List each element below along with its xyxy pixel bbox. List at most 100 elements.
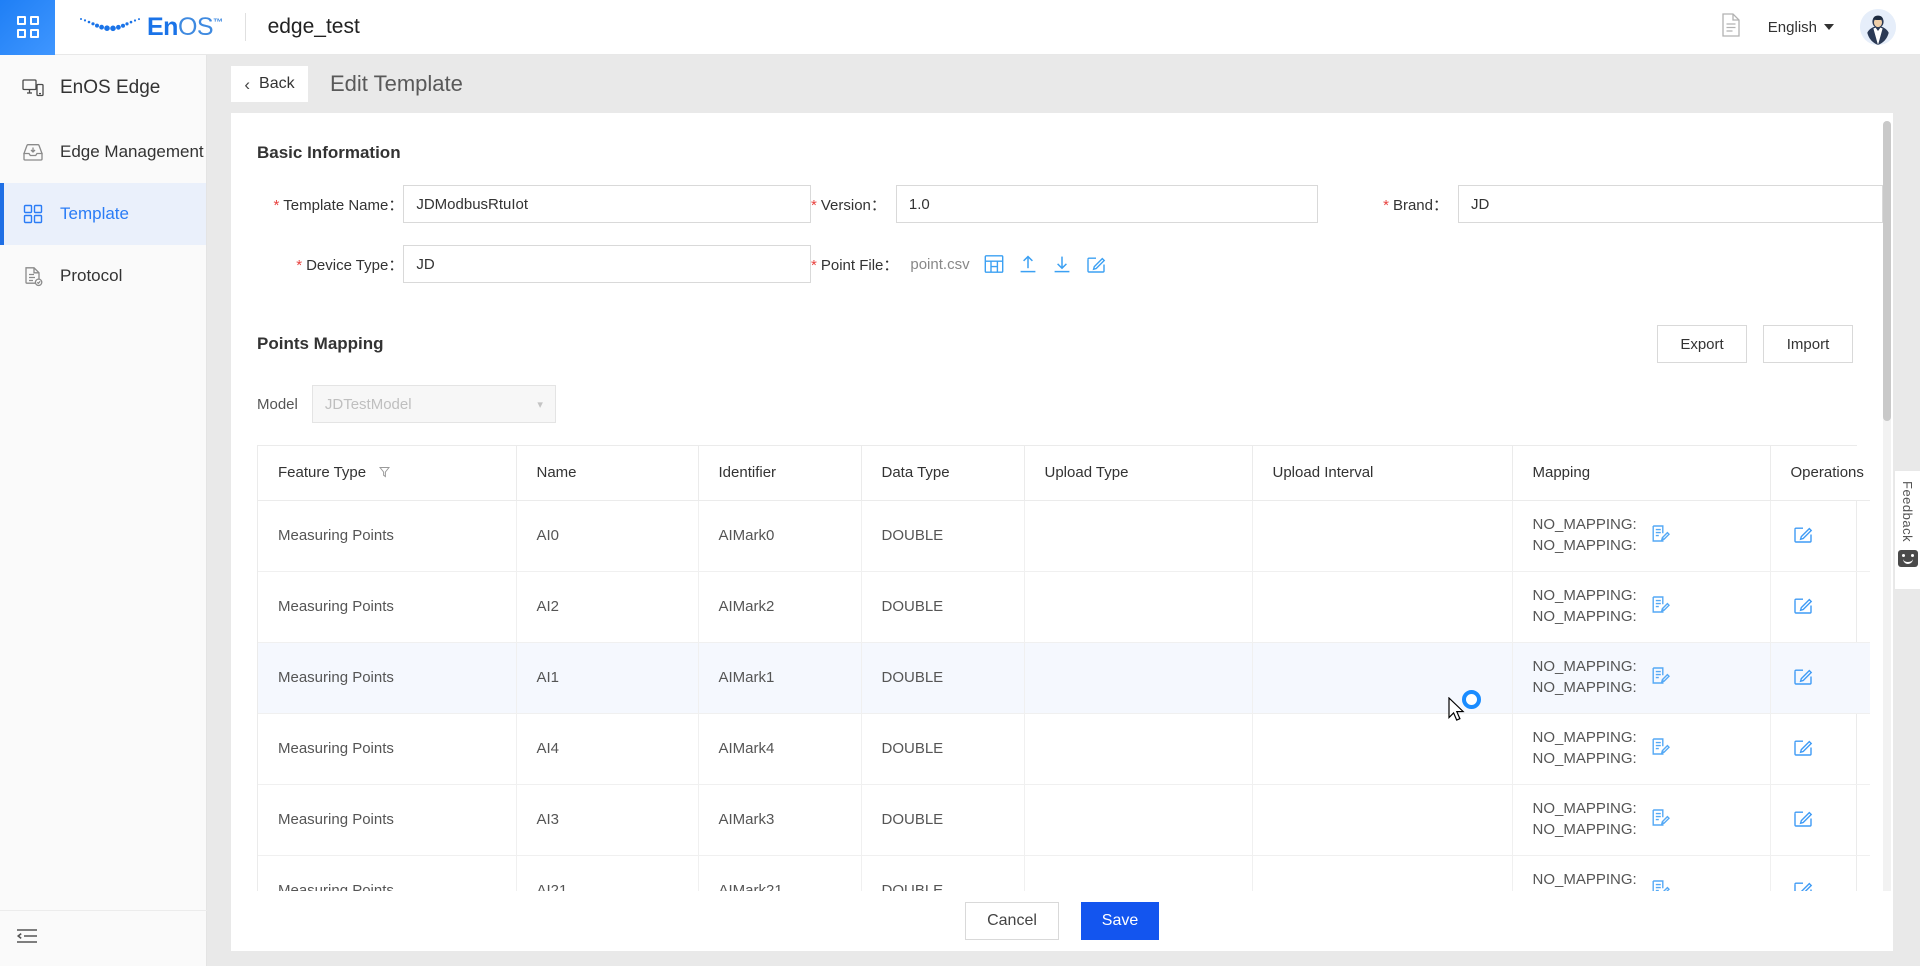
cancel-button[interactable]: Cancel [965,902,1059,940]
table-row[interactable]: Measuring PointsAI2AIMark2DOUBLENO_MAPPI… [258,571,1870,642]
sidebar: EnOS Edge Edge Management Template [0,55,207,966]
language-selector[interactable]: English [1768,19,1834,36]
sidebar-item-template[interactable]: Template [0,183,206,245]
cell-data-type: DOUBLE [861,784,1024,855]
table-row[interactable]: Measuring PointsAI21AIMark21DOUBLENO_MAP… [258,855,1870,891]
edit-pencil-icon[interactable] [1793,815,1813,832]
mapping-edit-icon[interactable] [1651,595,1670,618]
table-row[interactable]: Measuring PointsAI0AIMark0DOUBLENO_MAPPI… [258,500,1870,571]
table-row[interactable]: Measuring PointsAI3AIMark3DOUBLENO_MAPPI… [258,784,1870,855]
edit-pencil-icon[interactable] [1793,673,1813,690]
points-mapping-title: Points Mapping [257,334,384,354]
cell-identifier: AIMark0 [698,500,861,571]
mapping-edit-icon[interactable] [1651,737,1670,760]
col-upload-interval: Upload Interval [1252,446,1512,500]
brand-label-text: Brand： [1393,197,1448,214]
cell-data-type: DOUBLE [861,571,1024,642]
cell-name: AI0 [516,500,698,571]
mapping-cell-inner: NO_MAPPING:NO_MAPPING: [1533,586,1770,627]
collapse-sidebar-icon [16,928,38,949]
cell-feature-type: Measuring Points [258,500,516,571]
edit-pencil-icon[interactable] [1086,254,1106,274]
model-select[interactable]: JDTestModel ▾ [312,385,556,423]
sidebar-item-label: Edge Management [60,142,204,162]
template-name-input[interactable] [403,185,811,223]
field-device-type: *Device Type： [231,245,811,283]
card-scrollbar-thumb[interactable] [1883,121,1891,421]
mapping-edit-icon[interactable] [1651,524,1670,547]
chevron-down-icon [1824,24,1834,30]
template-name-label: *Template Name： [257,194,403,215]
mapping-line-1: NO_MAPPING: [1533,657,1637,677]
point-file-name: point.csv [910,256,969,273]
chevron-left-icon: ‹ [244,76,250,93]
page-container: ‹ Back Edit Template Basic Information *… [207,55,1920,966]
mapping-values: NO_MAPPING:NO_MAPPING: [1533,870,1637,891]
sidebar-item-label: Template [60,204,129,224]
save-button[interactable]: Save [1081,902,1159,940]
field-version: *Version： [811,185,1383,223]
download-icon[interactable] [1052,254,1072,274]
cell-upload-interval [1252,713,1512,784]
mapping-line-2: NO_MAPPING: [1533,536,1637,556]
upload-icon[interactable] [1018,254,1038,274]
mapping-edit-icon[interactable] [1651,666,1670,689]
grid-squares-icon [22,203,44,225]
sidebar-item-enos-edge[interactable]: EnOS Edge [0,55,206,121]
cell-upload-interval [1252,784,1512,855]
table-row[interactable]: Measuring PointsAI1AIMark1DOUBLENO_MAPPI… [258,642,1870,713]
col-feature-type: Feature Type [258,446,516,500]
card-scrollbar[interactable] [1883,121,1891,939]
col-name: Name [516,446,698,500]
sidebar-item-edge-management[interactable]: Edge Management [0,121,206,183]
mapping-line-2: NO_MAPPING: [1533,820,1637,840]
page-title: Edit Template [330,71,463,97]
edit-pencil-icon[interactable] [1793,744,1813,761]
cell-upload-type [1024,642,1252,713]
cell-mapping: NO_MAPPING:NO_MAPPING: [1512,571,1770,642]
basic-information-title: Basic Information [231,113,1883,163]
brand-input[interactable] [1458,185,1883,223]
feedback-label: Feedback [1900,481,1915,542]
mapping-line-2: NO_MAPPING: [1533,607,1637,627]
mapping-edit-icon[interactable] [1651,808,1670,831]
document-check-icon [22,265,44,287]
mapping-edit-icon[interactable] [1651,879,1670,891]
feedback-tab[interactable]: Feedback [1894,470,1920,590]
edit-pencil-icon[interactable] [1793,602,1813,619]
required-asterisk: * [273,197,279,214]
sidebar-item-protocol[interactable]: Protocol [0,245,206,307]
document-icon[interactable] [1720,12,1742,43]
apps-launcher-button[interactable] [0,0,55,55]
avatar[interactable] [1860,9,1896,45]
top-bar-actions: English [1720,9,1920,45]
field-point-file: *Point File： point.csv [811,245,1391,283]
cell-upload-type [1024,500,1252,571]
cell-data-type: DOUBLE [861,713,1024,784]
cell-upload-interval [1252,642,1512,713]
project-title: edge_test [268,15,360,39]
template-grid-icon[interactable] [984,254,1004,274]
filter-funnel-icon[interactable] [379,465,390,482]
collapse-sidebar-button[interactable] [0,910,207,966]
edit-pencil-icon[interactable] [1793,531,1813,548]
cell-upload-type [1024,784,1252,855]
cell-feature-type: Measuring Points [258,642,516,713]
col-mapping: Mapping [1512,446,1770,500]
col-upload-type: Upload Type [1024,446,1252,500]
inbox-download-icon [22,141,44,163]
form-row-2: *Device Type： *Point File： point.csv [231,245,1883,283]
cell-feature-type: Measuring Points [258,713,516,784]
table-body: Measuring PointsAI0AIMark0DOUBLENO_MAPPI… [258,500,1870,891]
back-button[interactable]: ‹ Back [231,66,308,102]
mapping-line-1: NO_MAPPING: [1533,586,1637,606]
device-type-input[interactable] [403,245,811,283]
export-button[interactable]: Export [1657,325,1747,363]
smiley-face-icon [1898,550,1918,567]
version-input[interactable] [896,185,1318,223]
field-brand: *Brand： [1383,185,1883,223]
table-row[interactable]: Measuring PointsAI4AIMark4DOUBLENO_MAPPI… [258,713,1870,784]
version-label-text: Version： [821,197,886,214]
import-button[interactable]: Import [1763,325,1853,363]
point-file-label-text: Point File： [821,257,899,274]
